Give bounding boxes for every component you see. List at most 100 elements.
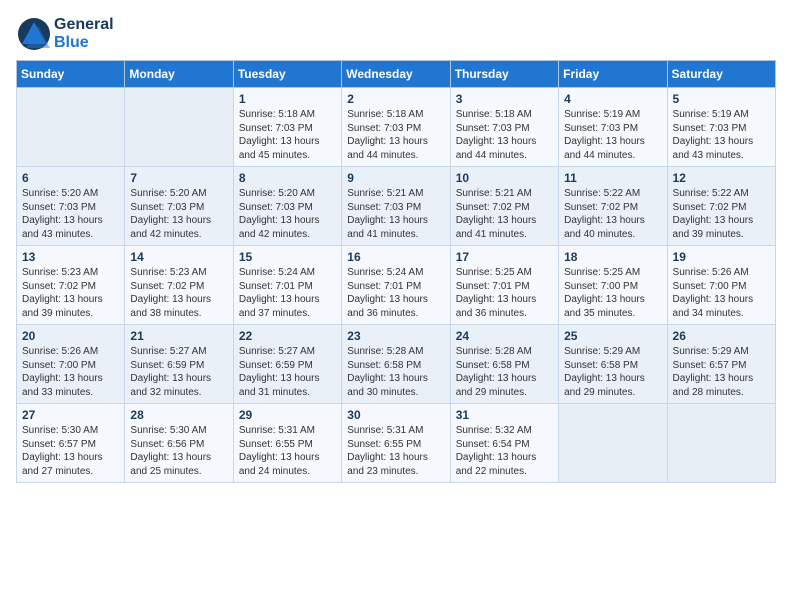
calendar-cell: 24 Sunrise: 5:28 AM Sunset: 6:58 PM Dayli… xyxy=(450,325,558,404)
calendar-cell: 22 Sunrise: 5:27 AM Sunset: 6:59 PM Dayli… xyxy=(233,325,341,404)
calendar-cell: 13Sunrise: 5:23 AM Sunset: 7:02 PM Dayli… xyxy=(17,246,125,325)
calendar-week-2: 6 Sunrise: 5:20 AM Sunset: 7:03 PM Daylig… xyxy=(17,167,776,246)
calendar-cell xyxy=(559,404,667,483)
weekday-header-friday: Friday xyxy=(559,61,667,88)
calendar-cell: 12 Sunrise: 5:22 AM Sunset: 7:02 PM Dayli… xyxy=(667,167,775,246)
day-detail: Sunrise: 5:29 AM Sunset: 6:57 PM Dayligh… xyxy=(673,345,770,399)
calendar-cell: 28 Sunrise: 5:30 AM Sunset: 6:56 PM Dayli… xyxy=(125,404,233,483)
day-detail: Sunrise: 5:29 AM Sunset: 6:58 PM Dayligh… xyxy=(564,345,661,399)
day-number: 5 xyxy=(673,92,770,106)
day-number: 8 xyxy=(239,171,336,185)
day-number: 15 xyxy=(239,250,336,264)
calendar-cell: 4 Sunrise: 5:19 AM Sunset: 7:03 PM Daylig… xyxy=(559,88,667,167)
calendar-cell: 2Sunrise: 5:18 AM Sunset: 7:03 PM Daylig… xyxy=(342,88,450,167)
calendar-cell: 29 Sunrise: 5:31 AM Sunset: 6:55 PM Dayli… xyxy=(233,404,341,483)
day-detail: Sunrise: 5:23 AM Sunset: 7:02 PM Dayligh… xyxy=(130,266,227,320)
day-detail: Sunrise: 5:21 AM Sunset: 7:03 PM Dayligh… xyxy=(347,187,444,241)
day-number: 18 xyxy=(564,250,661,264)
day-number: 25 xyxy=(564,329,661,343)
calendar-cell: 16Sunrise: 5:24 AM Sunset: 7:01 PM Dayli… xyxy=(342,246,450,325)
day-detail: Sunrise: 5:32 AM Sunset: 6:54 PM Dayligh… xyxy=(456,424,553,478)
calendar-cell: 1 Sunrise: 5:18 AM Sunset: 7:03 PM Daylig… xyxy=(233,88,341,167)
calendar-table: SundayMondayTuesdayWednesdayThursdayFrid… xyxy=(16,60,776,483)
day-number: 9 xyxy=(347,171,444,185)
day-number: 29 xyxy=(239,408,336,422)
calendar-cell: 6 Sunrise: 5:20 AM Sunset: 7:03 PM Daylig… xyxy=(17,167,125,246)
logo-blue: Blue xyxy=(54,34,114,52)
weekday-header-monday: Monday xyxy=(125,61,233,88)
logo-general: General xyxy=(54,16,114,34)
day-detail: Sunrise: 5:28 AM Sunset: 6:58 PM Dayligh… xyxy=(347,345,444,399)
day-detail: Sunrise: 5:27 AM Sunset: 6:59 PM Dayligh… xyxy=(130,345,227,399)
day-detail: Sunrise: 5:20 AM Sunset: 7:03 PM Dayligh… xyxy=(22,187,119,241)
calendar-cell: 9 Sunrise: 5:21 AM Sunset: 7:03 PM Daylig… xyxy=(342,167,450,246)
calendar-week-4: 20 Sunrise: 5:26 AM Sunset: 7:00 PM Dayli… xyxy=(17,325,776,404)
day-detail: Sunrise: 5:26 AM Sunset: 7:00 PM Dayligh… xyxy=(22,345,119,399)
calendar-cell: 25 Sunrise: 5:29 AM Sunset: 6:58 PM Dayli… xyxy=(559,325,667,404)
day-detail: Sunrise: 5:30 AM Sunset: 6:56 PM Dayligh… xyxy=(130,424,227,478)
logo-icon xyxy=(16,16,52,52)
day-detail: Sunrise: 5:18 AM Sunset: 7:03 PM Dayligh… xyxy=(347,108,444,162)
calendar-cell: 14 Sunrise: 5:23 AM Sunset: 7:02 PM Dayli… xyxy=(125,246,233,325)
day-number: 4 xyxy=(564,92,661,106)
calendar-cell: 31 Sunrise: 5:32 AM Sunset: 6:54 PM Dayli… xyxy=(450,404,558,483)
calendar-cell: 15 Sunrise: 5:24 AM Sunset: 7:01 PM Dayli… xyxy=(233,246,341,325)
day-detail: Sunrise: 5:31 AM Sunset: 6:55 PM Dayligh… xyxy=(239,424,336,478)
day-number: 16 xyxy=(347,250,444,264)
calendar-cell: 10Sunrise: 5:21 AM Sunset: 7:02 PM Dayli… xyxy=(450,167,558,246)
day-detail: Sunrise: 5:26 AM Sunset: 7:00 PM Dayligh… xyxy=(673,266,770,320)
calendar-body: 1 Sunrise: 5:18 AM Sunset: 7:03 PM Daylig… xyxy=(17,88,776,483)
calendar-week-3: 13Sunrise: 5:23 AM Sunset: 7:02 PM Dayli… xyxy=(17,246,776,325)
calendar-cell: 30 Sunrise: 5:31 AM Sunset: 6:55 PM Dayli… xyxy=(342,404,450,483)
day-number: 6 xyxy=(22,171,119,185)
day-number: 3 xyxy=(456,92,553,106)
day-number: 7 xyxy=(130,171,227,185)
page-header: General Blue xyxy=(16,16,776,52)
day-detail: Sunrise: 5:25 AM Sunset: 7:00 PM Dayligh… xyxy=(564,266,661,320)
day-detail: Sunrise: 5:25 AM Sunset: 7:01 PM Dayligh… xyxy=(456,266,553,320)
day-detail: Sunrise: 5:28 AM Sunset: 6:58 PM Dayligh… xyxy=(456,345,553,399)
weekday-header-thursday: Thursday xyxy=(450,61,558,88)
calendar-cell: 23Sunrise: 5:28 AM Sunset: 6:58 PM Dayli… xyxy=(342,325,450,404)
day-detail: Sunrise: 5:19 AM Sunset: 7:03 PM Dayligh… xyxy=(564,108,661,162)
calendar-cell xyxy=(125,88,233,167)
weekday-header-tuesday: Tuesday xyxy=(233,61,341,88)
day-number: 22 xyxy=(239,329,336,343)
calendar-cell: 11 Sunrise: 5:22 AM Sunset: 7:02 PM Dayli… xyxy=(559,167,667,246)
day-detail: Sunrise: 5:18 AM Sunset: 7:03 PM Dayligh… xyxy=(239,108,336,162)
day-detail: Sunrise: 5:22 AM Sunset: 7:02 PM Dayligh… xyxy=(673,187,770,241)
calendar-cell: 18 Sunrise: 5:25 AM Sunset: 7:00 PM Dayli… xyxy=(559,246,667,325)
calendar-cell xyxy=(17,88,125,167)
day-detail: Sunrise: 5:23 AM Sunset: 7:02 PM Dayligh… xyxy=(22,266,119,320)
day-detail: Sunrise: 5:22 AM Sunset: 7:02 PM Dayligh… xyxy=(564,187,661,241)
calendar-week-1: 1 Sunrise: 5:18 AM Sunset: 7:03 PM Daylig… xyxy=(17,88,776,167)
day-detail: Sunrise: 5:31 AM Sunset: 6:55 PM Dayligh… xyxy=(347,424,444,478)
calendar-cell: 7 Sunrise: 5:20 AM Sunset: 7:03 PM Daylig… xyxy=(125,167,233,246)
calendar-cell: 21Sunrise: 5:27 AM Sunset: 6:59 PM Dayli… xyxy=(125,325,233,404)
day-number: 31 xyxy=(456,408,553,422)
day-number: 12 xyxy=(673,171,770,185)
day-number: 28 xyxy=(130,408,227,422)
calendar-cell: 3 Sunrise: 5:18 AM Sunset: 7:03 PM Daylig… xyxy=(450,88,558,167)
weekday-header-sunday: Sunday xyxy=(17,61,125,88)
calendar-header: SundayMondayTuesdayWednesdayThursdayFrid… xyxy=(17,61,776,88)
calendar-cell: 8Sunrise: 5:20 AM Sunset: 7:03 PM Daylig… xyxy=(233,167,341,246)
day-detail: Sunrise: 5:20 AM Sunset: 7:03 PM Dayligh… xyxy=(130,187,227,241)
day-number: 30 xyxy=(347,408,444,422)
day-detail: Sunrise: 5:24 AM Sunset: 7:01 PM Dayligh… xyxy=(239,266,336,320)
day-number: 24 xyxy=(456,329,553,343)
day-detail: Sunrise: 5:27 AM Sunset: 6:59 PM Dayligh… xyxy=(239,345,336,399)
calendar-cell: 27Sunrise: 5:30 AM Sunset: 6:57 PM Dayli… xyxy=(17,404,125,483)
calendar-cell: 19Sunrise: 5:26 AM Sunset: 7:00 PM Dayli… xyxy=(667,246,775,325)
day-number: 26 xyxy=(673,329,770,343)
day-number: 20 xyxy=(22,329,119,343)
day-number: 27 xyxy=(22,408,119,422)
calendar-cell: 26 Sunrise: 5:29 AM Sunset: 6:57 PM Dayli… xyxy=(667,325,775,404)
day-number: 10 xyxy=(456,171,553,185)
day-number: 11 xyxy=(564,171,661,185)
day-number: 14 xyxy=(130,250,227,264)
day-detail: Sunrise: 5:18 AM Sunset: 7:03 PM Dayligh… xyxy=(456,108,553,162)
day-number: 1 xyxy=(239,92,336,106)
day-number: 17 xyxy=(456,250,553,264)
calendar-cell: 20 Sunrise: 5:26 AM Sunset: 7:00 PM Dayli… xyxy=(17,325,125,404)
